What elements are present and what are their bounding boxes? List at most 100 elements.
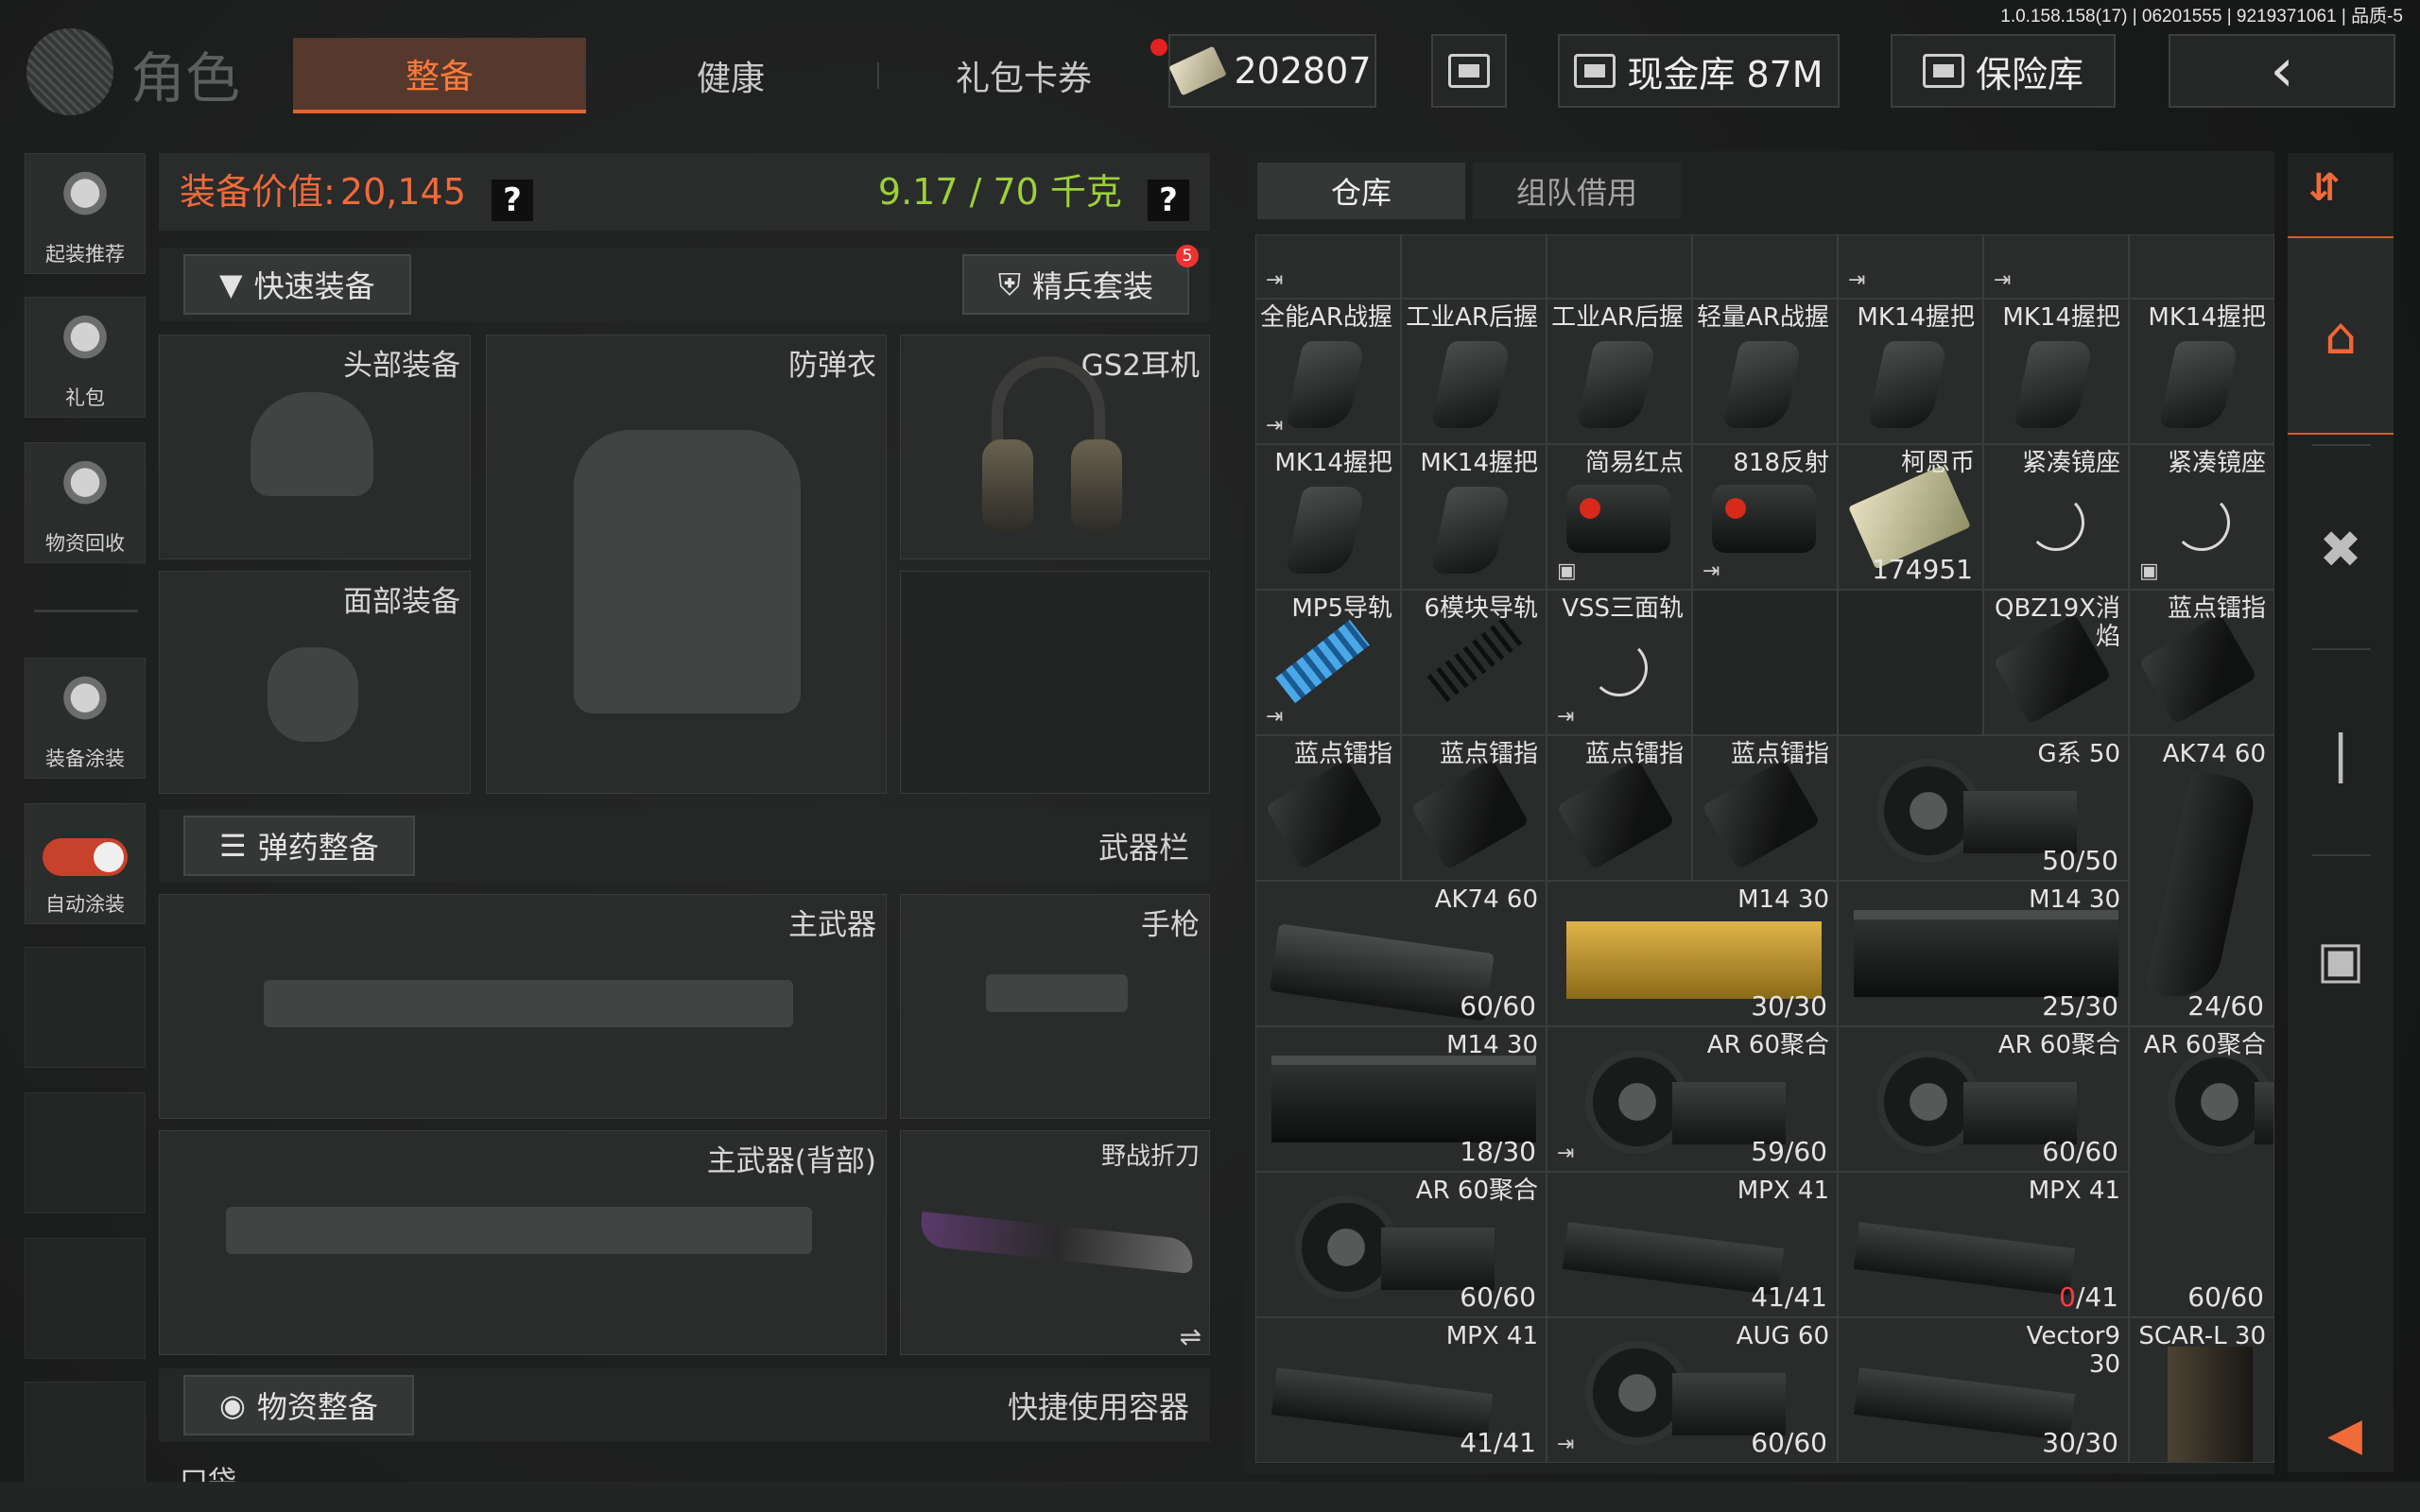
operator-button[interactable] bbox=[1431, 34, 1507, 108]
storage-item[interactable]: MP5导轨 ⇥ bbox=[1255, 590, 1401, 735]
category-divider bbox=[2312, 854, 2371, 856]
storage-item[interactable] bbox=[2129, 234, 2274, 299]
storage-item[interactable]: AK74 60 60/60 bbox=[1255, 881, 1547, 1026]
slot-head[interactable]: 头部装备 bbox=[159, 335, 471, 559]
storage-item[interactable]: 蓝点镭指 bbox=[1401, 735, 1547, 881]
storage-item[interactable]: 简易红点 ▣ bbox=[1547, 444, 1692, 590]
currency-display[interactable]: 202807 bbox=[1168, 34, 1376, 108]
storage-item[interactable]: AR 60聚合 60/60 bbox=[1838, 1026, 2129, 1172]
storage-item[interactable]: G系 50 50/50 bbox=[1838, 735, 2129, 881]
slot-headset[interactable]: GS2耳机 bbox=[900, 335, 1210, 559]
category-all[interactable]: ⌂ bbox=[2288, 236, 2394, 435]
slot-pistol-label: 手枪 bbox=[1141, 908, 1200, 942]
storage-item[interactable]: MK14握把 bbox=[2129, 299, 2274, 444]
sidebar-item-paint[interactable]: 装备涂装 bbox=[25, 658, 146, 779]
storage-item[interactable]: 6模块导轨 bbox=[1401, 590, 1547, 735]
storage-item[interactable]: AR 60聚合 59/60 ⇥ bbox=[1547, 1026, 1838, 1172]
bottom-strip bbox=[0, 1482, 2420, 1512]
back-button[interactable]: ‹ bbox=[2169, 34, 2395, 108]
slot-primary-back[interactable]: 主武器(背部) bbox=[159, 1130, 887, 1355]
storage-item[interactable]: 蓝点镭指 bbox=[1547, 735, 1692, 881]
storage-item[interactable]: 蓝点镭指 bbox=[2129, 590, 2274, 735]
storage-item[interactable]: M14 30 30/30 bbox=[1547, 881, 1838, 1026]
storage-item-name: 紧凑镜座 bbox=[2021, 449, 2120, 477]
slot-pistol[interactable]: 手枪 bbox=[900, 894, 1210, 1119]
storage-item[interactable]: 工业AR后握 bbox=[1401, 299, 1547, 444]
storage-item[interactable]: 工业AR后握 bbox=[1547, 299, 1692, 444]
ammo-loadout-button[interactable]: ☰ 弹药整备 bbox=[183, 816, 415, 876]
storage-item[interactable]: MK14握把 bbox=[1401, 444, 1547, 590]
storage-item[interactable]: 柯恩币 174951 bbox=[1838, 444, 1983, 590]
rifle-back-icon bbox=[226, 1207, 812, 1254]
storage-item[interactable]: AK74 60 24/60 bbox=[2129, 735, 2274, 1026]
storage-item[interactable] bbox=[1547, 234, 1692, 299]
storage-item-count: 60/60 bbox=[1460, 1281, 1536, 1313]
slot-knife[interactable]: 野战折刀 ⇌ bbox=[900, 1130, 1210, 1355]
storage-item[interactable]: MPX 41 41/41 bbox=[1547, 1172, 1838, 1317]
equipped-marker-icon: ⇥ bbox=[1557, 1142, 1575, 1165]
sidebar-item-auto-paint[interactable]: 自动涂装 bbox=[25, 803, 146, 924]
weight-help-icon[interactable]: ? bbox=[1148, 179, 1189, 221]
storage-item[interactable]: ⇥ bbox=[1983, 234, 2129, 299]
auto-paint-toggle[interactable] bbox=[43, 838, 128, 876]
storage-item[interactable]: VSS三面轨 ⇥ bbox=[1547, 590, 1692, 735]
slot-armor[interactable]: 防弹衣 bbox=[486, 335, 887, 794]
storage-item[interactable]: 全能AR战握 ⇥ bbox=[1255, 299, 1401, 444]
elite-set-button[interactable]: ⛨ 精兵套装 5 bbox=[961, 245, 1199, 315]
safe-button[interactable]: 保险库 bbox=[1891, 34, 2116, 108]
value-help-icon[interactable]: ? bbox=[491, 179, 533, 221]
headset-ear-icon bbox=[1071, 439, 1122, 534]
storage-item[interactable]: 蓝点镭指 bbox=[1255, 735, 1401, 881]
globe-logo-icon bbox=[26, 28, 113, 115]
spinner-icon bbox=[2028, 494, 2084, 551]
tab-loadout[interactable]: 整备 bbox=[293, 38, 586, 113]
storage-item-count: 24/60 bbox=[2187, 990, 2264, 1022]
storage-item-name: 蓝点镭指 bbox=[2167, 594, 2266, 623]
cash-vault-button[interactable]: 现金库 87M bbox=[1558, 34, 1840, 108]
storage-item[interactable]: SCAR-L 30 bbox=[2129, 1317, 2274, 1463]
storage-item[interactable]: QBZ19X消焰 bbox=[1983, 590, 2129, 735]
swap-icon[interactable]: ⇌ bbox=[1180, 1321, 1201, 1352]
tab-health[interactable]: 健康 bbox=[584, 38, 877, 113]
storage-item[interactable]: MK14握把 bbox=[1255, 444, 1401, 590]
storage-item[interactable]: MK14握把 bbox=[1983, 299, 2129, 444]
tab-warehouse[interactable]: 仓库 bbox=[1257, 163, 1465, 219]
storage-item[interactable] bbox=[1401, 234, 1547, 299]
storage-item[interactable]: 蓝点镭指 bbox=[1692, 735, 1838, 881]
storage-item[interactable]: MPX 41 0/41 bbox=[1838, 1172, 2129, 1317]
storage-item[interactable] bbox=[1692, 234, 1838, 299]
storage-item[interactable]: AR 60聚合 60/60 bbox=[1255, 1172, 1547, 1317]
slot-primary[interactable]: 主武器 bbox=[159, 894, 887, 1119]
storage-item[interactable]: 轻量AR战握 bbox=[1692, 299, 1838, 444]
sort-icon[interactable]: ⇵ bbox=[2308, 166, 2341, 210]
storage-item[interactable]: MK14握把 bbox=[1838, 299, 1983, 444]
slot-face[interactable]: 面部装备 bbox=[159, 571, 471, 794]
category-medical[interactable]: ✖ bbox=[2288, 450, 2394, 648]
sidebar-item-label: 自动涂装 bbox=[45, 893, 125, 916]
storage-item[interactable]: ⇥ bbox=[1838, 234, 1983, 299]
storage-item[interactable]: ⇥ bbox=[1255, 234, 1401, 299]
storage-item[interactable]: AR 60聚合 60/60 bbox=[2129, 1026, 2274, 1317]
category-box[interactable]: ▣ bbox=[2288, 860, 2394, 1058]
sidebar-item-loadout-recommend[interactable]: 起装推荐 bbox=[25, 153, 146, 274]
sight-icon bbox=[1566, 485, 1670, 553]
category-ammo[interactable]: ❘ bbox=[2288, 654, 2394, 852]
spinner-icon bbox=[2173, 494, 2230, 551]
recycle-icon bbox=[55, 458, 115, 519]
storage-item[interactable]: 818反射 ⇥ bbox=[1692, 444, 1838, 590]
sidebar-item-gift[interactable]: 礼包 bbox=[25, 297, 146, 418]
storage-item-count: 60/60 bbox=[1751, 1427, 1827, 1458]
storage-item[interactable]: M14 30 18/30 bbox=[1255, 1026, 1547, 1172]
collapse-left-icon[interactable]: ◀ bbox=[2327, 1408, 2362, 1461]
sidebar-item-recycle[interactable]: 物资回收 bbox=[25, 442, 146, 563]
storage-item[interactable]: AUG 60 60/60 ⇥ bbox=[1547, 1317, 1838, 1463]
supply-loadout-button[interactable]: ◉ 物资整备 bbox=[183, 1375, 414, 1435]
storage-item[interactable]: 紧凑镜座 bbox=[1983, 444, 2129, 590]
storage-item[interactable]: 紧凑镜座 ▣ bbox=[2129, 444, 2274, 590]
tab-team-borrow[interactable]: 组队借用 bbox=[1473, 163, 1681, 219]
tab-gift-cards[interactable]: 礼包卡券 bbox=[877, 38, 1170, 113]
storage-item[interactable]: MPX 41 41/41 bbox=[1255, 1317, 1547, 1463]
storage-item[interactable]: M14 30 25/30 bbox=[1838, 881, 2129, 1026]
storage-item[interactable]: Vector9 30 30/30 bbox=[1838, 1317, 2129, 1463]
quick-equip-button[interactable]: ▼ 快速装备 bbox=[183, 254, 411, 315]
